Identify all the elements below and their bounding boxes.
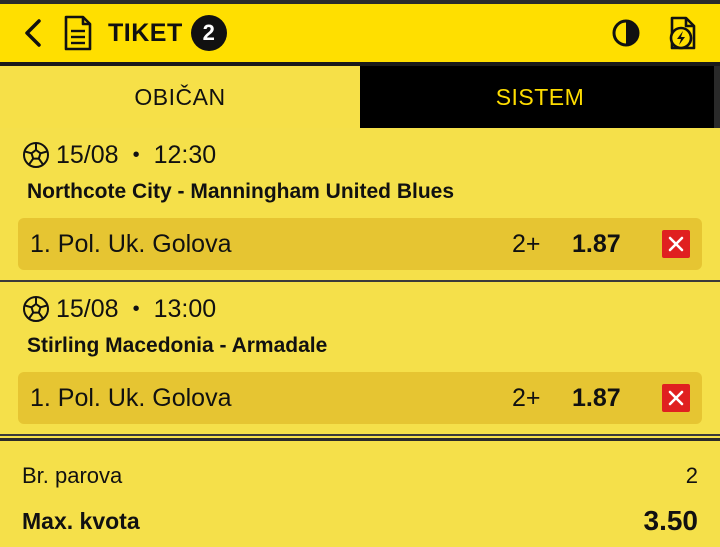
bet-selection: 1. Pol. Uk. Golova 2+ 1.87 xyxy=(18,218,702,270)
match-teams: Stirling Macedonia - Armadale xyxy=(27,334,328,357)
ticket-type-tabs: OBIČAN SISTEM xyxy=(0,66,720,128)
bet-market: 1. Pol. Uk. Golova xyxy=(30,383,232,412)
scroll-edge xyxy=(714,66,720,128)
match-item: 15/08 • 13:00 Stirling Macedonia - Armad… xyxy=(0,282,720,436)
bet-odd: 1.87 xyxy=(572,383,621,412)
ticket-header: TIKET 2 xyxy=(0,4,720,66)
max-odds-label: Max. kvota xyxy=(22,507,140,534)
bet-outcome: 2+ xyxy=(512,383,541,412)
contrast-toggle-button[interactable] xyxy=(608,13,644,53)
ticket-count-badge: 2 xyxy=(190,15,227,51)
close-icon xyxy=(668,390,684,406)
pairs-label: Br. parova xyxy=(22,463,123,488)
bet-selection: 1. Pol. Uk. Golova 2+ 1.87 xyxy=(18,372,702,424)
contrast-icon xyxy=(612,19,640,47)
ticket-title: TIKET xyxy=(108,18,183,47)
match-teams: Northcote City - Manningham United Blues xyxy=(27,180,455,203)
match-date: 15/08 xyxy=(56,140,119,169)
match-item: 15/08 • 12:30 Northcote City - Manningha… xyxy=(0,128,720,282)
match-time: 12:30 xyxy=(153,140,217,169)
match-time: 13:00 xyxy=(153,294,217,323)
ticket-summary: Br. parova 2 Max. kvota 3.50 xyxy=(0,438,720,547)
separator-dot: • xyxy=(132,297,140,320)
football-icon xyxy=(23,296,49,322)
document-icon xyxy=(64,15,92,51)
back-button[interactable] xyxy=(18,13,48,53)
tab-obican[interactable]: OBIČAN xyxy=(0,66,360,128)
match-datetime: 15/08 • 13:00 xyxy=(22,294,702,324)
match-datetime: 15/08 • 12:30 xyxy=(22,140,702,170)
pairs-value: 2 xyxy=(685,463,698,488)
remove-selection-button[interactable] xyxy=(662,384,690,412)
bet-outcome: 2+ xyxy=(512,229,541,258)
ticket-document-icon[interactable] xyxy=(60,13,96,53)
chevron-left-icon xyxy=(25,19,41,47)
bet-odd: 1.87 xyxy=(572,229,621,258)
max-odds-row: Max. kvota 3.50 xyxy=(22,501,698,541)
separator-dot: • xyxy=(132,143,140,166)
close-icon xyxy=(668,236,684,252)
football-icon xyxy=(23,142,49,168)
lightning-document-icon xyxy=(669,16,696,50)
max-odds-value: 3.50 xyxy=(643,505,699,536)
tab-sistem[interactable]: SISTEM xyxy=(360,66,720,128)
match-date: 15/08 xyxy=(56,294,119,323)
remove-selection-button[interactable] xyxy=(662,230,690,258)
bet-market: 1. Pol. Uk. Golova xyxy=(30,229,232,258)
quick-bet-button[interactable] xyxy=(662,13,702,53)
pairs-count-row: Br. parova 2 xyxy=(22,459,698,493)
